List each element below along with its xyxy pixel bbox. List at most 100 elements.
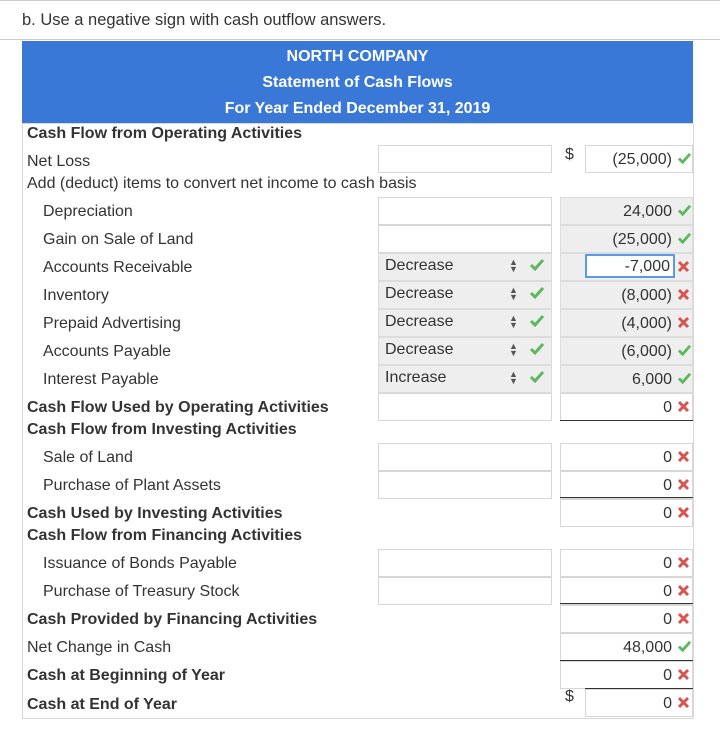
- investing-total-label: Cash Used by Investing Activities: [27, 505, 283, 522]
- cross-icon: [677, 478, 690, 496]
- ar-change-value: Decrease: [385, 257, 454, 274]
- net-change-rule: [560, 660, 693, 661]
- check-icon: [677, 640, 692, 658]
- investing-total-value: 0: [663, 505, 672, 522]
- select-arrows-icon: ▲ ▼: [509, 257, 518, 274]
- table-left-border: [22, 123, 23, 719]
- sale-land-middle-cell: [378, 443, 552, 471]
- gain-land-input[interactable]: (25,000): [560, 225, 693, 253]
- table-right-border: [693, 123, 694, 719]
- cross-icon: [677, 696, 690, 714]
- check-icon: [677, 372, 692, 390]
- instruction-text: b. Use a negative sign with cash outflow…: [22, 11, 387, 29]
- cash-end-dollar: $: [565, 688, 574, 705]
- interest-change-select[interactable]: Increase ▲ ▼: [378, 365, 552, 393]
- sale-land-value: 0: [663, 449, 672, 466]
- prepaid-amount-value: (4,000): [621, 315, 672, 332]
- check-icon: [529, 370, 545, 389]
- depreciation-middle-cell: [378, 197, 552, 225]
- gain-land-value: (25,000): [612, 231, 672, 248]
- purchase-plant-label: Purchase of Plant Assets: [43, 477, 221, 494]
- cross-icon: [677, 612, 690, 630]
- treasury-middle-cell: [378, 577, 552, 605]
- bonds-middle-cell: [378, 549, 552, 577]
- ap-change-value: Decrease: [385, 341, 454, 358]
- company-name: NORTH COMPANY: [286, 48, 429, 65]
- net-loss-middle-cell: [378, 145, 552, 173]
- ar-amount-value: -7,000: [624, 258, 670, 275]
- investing-total-input[interactable]: 0: [560, 499, 693, 527]
- accounts-payable-label: Accounts Payable: [43, 343, 172, 360]
- financing-total-input[interactable]: 0: [560, 605, 693, 633]
- check-icon: [677, 344, 692, 362]
- treasury-label: Purchase of Treasury Stock: [43, 583, 240, 600]
- check-icon: [677, 152, 692, 170]
- bonds-input[interactable]: 0: [560, 549, 693, 577]
- select-arrows-icon: ▲ ▼: [509, 313, 518, 330]
- bonds-label: Issuance of Bonds Payable: [43, 555, 237, 572]
- treasury-input[interactable]: 0: [560, 577, 693, 605]
- select-arrows-icon: ▲ ▼: [509, 369, 518, 386]
- net-loss-dollar: $: [565, 146, 574, 163]
- check-icon: [677, 232, 692, 250]
- treasury-value: 0: [663, 583, 672, 600]
- table-bottom-border: [22, 718, 694, 719]
- statement-period: For Year Ended December 31, 2019: [224, 100, 491, 117]
- check-icon: [677, 204, 692, 222]
- cash-begin-label: Cash at Beginning of Year: [27, 667, 225, 684]
- depreciation-label: Depreciation: [43, 203, 133, 220]
- cross-icon: [677, 556, 690, 574]
- ar-amount-input[interactable]: -7,000: [560, 253, 693, 281]
- prepaid-advertising-label: Prepaid Advertising: [43, 315, 181, 332]
- instruction-bar: b. Use a negative sign with cash outflow…: [0, 0, 720, 40]
- operating-total-label: Cash Flow Used by Operating Activities: [27, 399, 329, 416]
- inventory-label: Inventory: [43, 287, 109, 304]
- adjustments-label: Add (deduct) items to convert net income…: [27, 175, 417, 192]
- investing-section-title: Cash Flow from Investing Activities: [27, 421, 297, 438]
- select-arrows-icon: ▲ ▼: [509, 285, 518, 302]
- operating-total-rule: [560, 420, 693, 421]
- net-change-input[interactable]: 48,000: [560, 633, 693, 661]
- net-loss-label: Net Loss: [27, 153, 91, 170]
- ap-change-select[interactable]: Decrease ▲ ▼: [378, 337, 552, 365]
- prepaid-change-select[interactable]: Decrease ▲ ▼: [378, 309, 552, 337]
- depreciation-input[interactable]: 24,000: [560, 197, 693, 225]
- cash-end-label: Cash at End of Year: [27, 696, 177, 713]
- investing-subtotal-rule: [560, 497, 693, 498]
- statement-title: Statement of Cash Flows: [262, 74, 453, 91]
- gain-land-middle-cell: [378, 225, 552, 253]
- cross-icon: [677, 260, 690, 278]
- interest-amount-value: 6,000: [631, 371, 672, 388]
- prepaid-change-value: Decrease: [385, 313, 454, 330]
- prepaid-amount-input[interactable]: (4,000): [560, 309, 693, 337]
- operating-total-input[interactable]: 0: [560, 393, 693, 421]
- operating-total-value: 0: [663, 399, 672, 416]
- operating-total-middle-cell: [378, 393, 552, 421]
- cross-icon: [677, 288, 690, 306]
- ap-amount-input[interactable]: (6,000): [560, 337, 693, 365]
- gain-land-label: Gain on Sale of Land: [43, 231, 194, 248]
- bonds-value: 0: [663, 555, 672, 572]
- purchase-plant-input[interactable]: 0: [560, 471, 693, 499]
- sale-land-input[interactable]: 0: [560, 443, 693, 471]
- cash-begin-value: 0: [663, 667, 672, 684]
- ar-amount-focus-box[interactable]: -7,000: [585, 254, 675, 278]
- cash-end-rule: [585, 688, 693, 689]
- interest-change-value: Increase: [385, 369, 447, 386]
- sale-land-label: Sale of Land: [43, 449, 133, 466]
- cash-begin-input[interactable]: 0: [560, 661, 693, 689]
- financing-section-title: Cash Flow from Financing Activities: [27, 527, 302, 544]
- interest-amount-input[interactable]: 6,000: [560, 365, 693, 393]
- ar-change-select[interactable]: Decrease ▲ ▼: [378, 253, 552, 281]
- check-icon: [529, 342, 545, 361]
- net-change-label: Net Change in Cash: [27, 639, 172, 656]
- purchase-plant-middle-cell: [378, 471, 552, 499]
- operating-section-title: Cash Flow from Operating Activities: [27, 125, 303, 142]
- cross-icon: [677, 668, 690, 686]
- ap-amount-value: (6,000): [621, 343, 672, 360]
- net-loss-value: (25,000): [612, 151, 672, 168]
- inventory-change-select[interactable]: Decrease ▲ ▼: [378, 281, 552, 309]
- financing-total-label: Cash Provided by Financing Activities: [27, 611, 318, 628]
- inventory-amount-input[interactable]: (8,000): [560, 281, 693, 309]
- table-top-border: [22, 123, 694, 124]
